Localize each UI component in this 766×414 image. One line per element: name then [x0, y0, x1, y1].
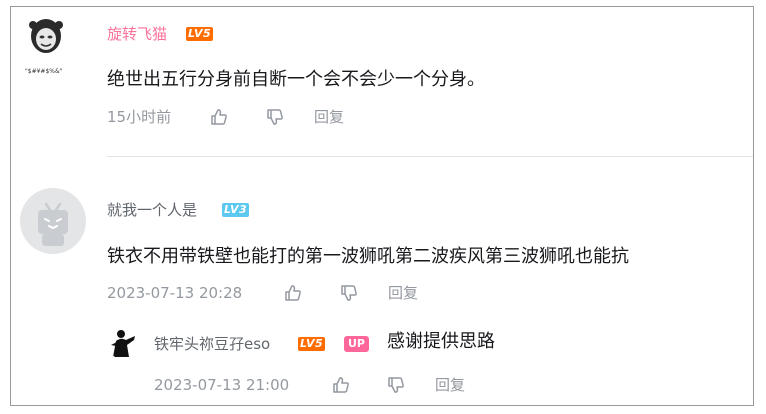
reply-button[interactable]: 回复 [388, 283, 418, 303]
avatar[interactable] [21, 15, 71, 65]
level-badge: LV5 [186, 27, 214, 41]
dislike-button[interactable] [339, 283, 359, 303]
comment-time: 15小时前 [107, 108, 172, 126]
meme-face-avatar-icon [29, 19, 63, 53]
reply-button[interactable]: 回复 [435, 375, 465, 395]
dislike-button[interactable] [265, 107, 285, 127]
default-tv-avatar-icon [38, 202, 68, 246]
avatar[interactable] [107, 327, 139, 359]
comment-text: 铁衣不用带铁壁也能打的第一波狮吼第二波疾风第三波狮吼也能抗 [107, 246, 629, 267]
username[interactable]: 就我一个人是 [107, 200, 197, 220]
thumbs-up-icon [285, 285, 301, 301]
dislike-button[interactable] [386, 375, 406, 395]
username[interactable]: 旋转飞猫 [107, 24, 167, 44]
thumbs-down-icon [267, 109, 283, 125]
thumbs-up-icon [333, 377, 349, 393]
up-badge: UP [344, 336, 369, 352]
like-button[interactable] [331, 375, 351, 395]
username[interactable]: 铁牢头祢豆孖eso [154, 334, 270, 354]
thumbs-down-icon [341, 285, 357, 301]
reply-time: 2023-07-13 21:00 [154, 376, 290, 394]
level-badge: LV5 [298, 337, 326, 351]
reply-text: 感谢提供思路 [387, 331, 495, 352]
reply-button[interactable]: 回复 [314, 107, 344, 127]
comment-time: 2023-07-13 20:28 [107, 284, 243, 302]
like-button[interactable] [283, 283, 303, 303]
avatar[interactable] [20, 188, 86, 254]
thumbs-up-icon [211, 109, 227, 125]
comment-panel: "$#¥#$%&" 旋转飞猫 LV5 绝世出五行分身前自断一个会不会少一个分身。… [10, 6, 754, 406]
avatar-caption: "$#¥#$%&" [25, 68, 63, 75]
like-button[interactable] [209, 107, 229, 127]
comment-divider [107, 156, 753, 157]
level-badge: LV3 [222, 203, 250, 217]
comment-text: 绝世出五行分身前自断一个会不会少一个分身。 [107, 69, 485, 90]
thumbs-down-icon [388, 377, 404, 393]
silhouette-avatar-icon [111, 330, 135, 357]
